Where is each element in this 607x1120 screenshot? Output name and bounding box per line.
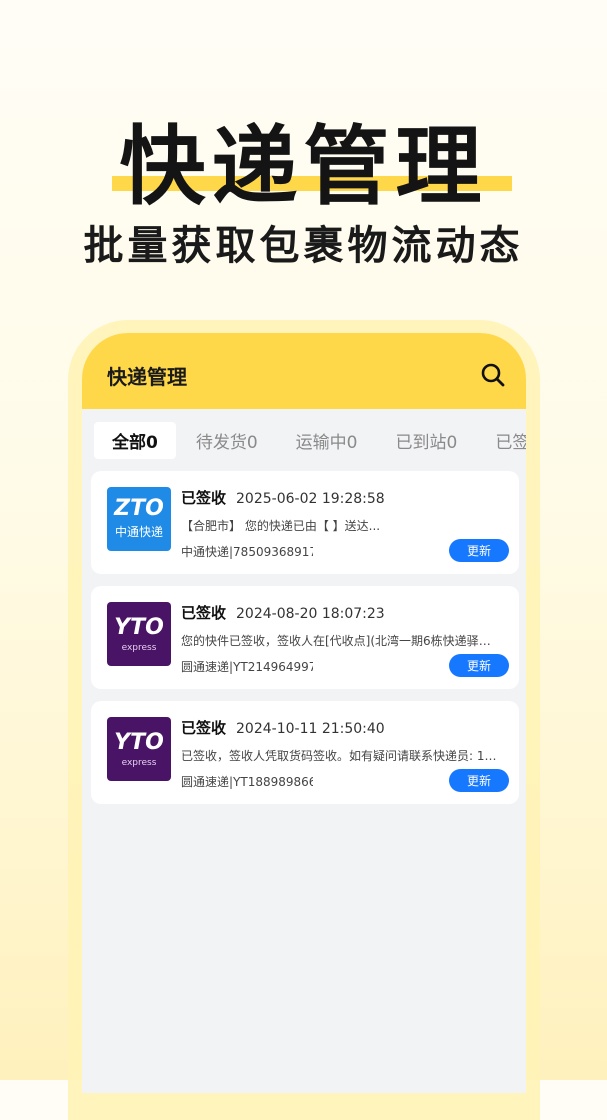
tab-all[interactable]: 全部0 [94,421,176,459]
package-status: 已签收 [181,719,227,737]
package-carrier-tracking: 圆通速递|YT21496499789 [181,660,313,674]
yto-logo-mark: YTO [114,615,164,640]
package-detail: 【合肥市】 您的快递已由【 】送达... [181,519,381,533]
zto-logo: ZTO 中通快递 [107,487,171,551]
status-tabs: 全部0 待发货0 运输中0 已到站0 已签 [82,409,526,471]
package-carrier-tracking: 中通快递|785093689173 [181,545,313,559]
app-header: 快递管理 [82,333,526,409]
package-card[interactable]: ZTO 中通快递 已签收 2025-06-02 19:28:58 【合肥市】 您… [91,471,519,574]
package-time: 2025-06-02 19:28:58 [236,491,385,507]
zto-logo-text: 中通快递 [114,525,163,539]
yto-logo: YTO express [107,602,171,666]
package-carrier-tracking: 圆通速递|YT1889898660 [181,775,313,789]
yto-logo-text: express [121,758,157,768]
update-button[interactable]: 更新 [449,769,509,792]
tab-in-transit[interactable]: 运输中0 [278,422,376,459]
package-status: 已签收 [181,489,227,507]
yto-logo: YTO express [107,717,171,781]
update-button[interactable]: 更新 [449,539,509,562]
package-detail: 已签收，签收人凭取货码签收。如有疑问请联系快递员: 18... [181,749,501,763]
package-status: 已签收 [181,604,227,622]
tab-pending-shipment[interactable]: 待发货0 [178,422,276,459]
promo-title: 快递管理 [119,117,488,217]
phone-screen: 快递管理 全部0 待发货0 运输中0 已到站0 已签 ZTO 中通快递 已签收 … [82,333,526,1093]
package-time: 2024-10-11 21:50:40 [236,721,385,737]
package-time: 2024-08-20 18:07:23 [236,606,385,622]
yto-logo-mark: YTO [114,730,164,755]
tab-signed[interactable]: 已签 [477,422,526,459]
tab-arrived[interactable]: 已到站0 [378,422,476,459]
search-icon[interactable] [478,360,508,390]
package-card[interactable]: YTO express 已签收 2024-08-20 18:07:23 您的快件… [91,586,519,689]
package-card[interactable]: YTO express 已签收 2024-10-11 21:50:40 已签收，… [91,701,519,804]
update-button[interactable]: 更新 [449,654,509,677]
yto-logo-text: express [121,643,157,653]
app-title: 快递管理 [107,364,187,389]
package-list: ZTO 中通快递 已签收 2025-06-02 19:28:58 【合肥市】 您… [82,471,526,804]
promo-subtitle: 批量获取包裹物流动态 [83,223,524,269]
package-detail: 您的快件已签收，签收人在[代收点](北湾一期6栋快递驿站)... [181,634,501,648]
zto-logo-mark: ZTO [114,496,164,521]
